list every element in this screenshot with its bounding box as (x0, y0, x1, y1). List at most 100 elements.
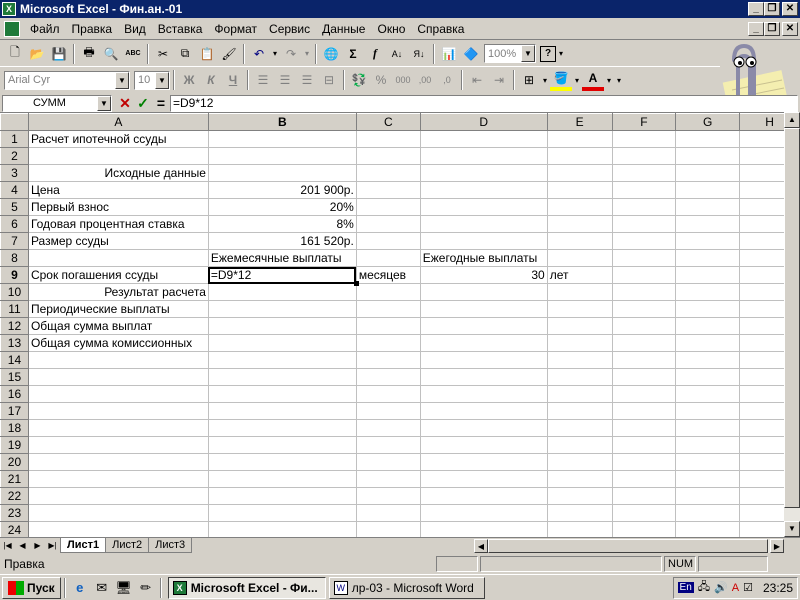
cell-c16[interactable] (355, 385, 421, 403)
underline-button[interactable]: Ч (222, 69, 244, 91)
menu-file[interactable]: Файл (24, 20, 66, 38)
align-left-icon[interactable]: ☰ (252, 69, 274, 91)
cell-b23[interactable] (207, 504, 357, 522)
row-header-16[interactable]: 16 (0, 385, 29, 403)
redo-icon[interactable]: ↷ (280, 43, 302, 65)
thousands-separator-button[interactable]: 000 (392, 69, 414, 91)
menu-data[interactable]: Данные (316, 20, 371, 38)
cell-c15[interactable] (355, 368, 421, 386)
cell-f19[interactable] (611, 436, 677, 454)
cell-g18[interactable] (675, 419, 741, 437)
cell-e6[interactable] (546, 215, 613, 233)
cell-c13[interactable] (355, 334, 421, 352)
cell-d11[interactable] (419, 300, 548, 318)
help-icon[interactable]: ? (540, 45, 556, 62)
cell-b18[interactable] (207, 419, 357, 437)
cell-e17[interactable] (546, 402, 613, 420)
minimize-button[interactable]: _ (748, 2, 764, 16)
formula-input[interactable]: =D9*12 (170, 94, 798, 112)
cell-e19[interactable] (546, 436, 613, 454)
menu-view[interactable]: Вид (118, 20, 152, 38)
cell-c6[interactable] (355, 215, 421, 233)
edit-formula-button[interactable]: = (152, 95, 170, 112)
cell-f21[interactable] (611, 470, 677, 488)
cell-e23[interactable] (546, 504, 613, 522)
cell-a22[interactable] (27, 487, 209, 505)
cell-a24[interactable] (27, 521, 209, 537)
cell-b12[interactable] (207, 317, 357, 335)
cell-e3[interactable] (546, 164, 613, 182)
cell-g8[interactable] (675, 249, 741, 267)
scroll-down-icon[interactable]: ▼ (784, 521, 800, 537)
cell-c20[interactable] (355, 453, 421, 471)
menu-window[interactable]: Окно (371, 20, 411, 38)
cell-e18[interactable] (546, 419, 613, 437)
row-header-15[interactable]: 15 (0, 368, 29, 386)
excel-icon[interactable]: X (2, 2, 16, 16)
cell-b4[interactable]: 201 900р. (207, 181, 357, 199)
cell-e7[interactable] (546, 232, 613, 250)
cell-d12[interactable] (419, 317, 548, 335)
cell-a18[interactable] (27, 419, 209, 437)
cell-d13[interactable] (419, 334, 548, 352)
copy-icon[interactable]: ⧉ (174, 43, 196, 65)
cell-a1[interactable]: Расчет ипотечной ссуды (27, 130, 209, 148)
cell-c14[interactable] (355, 351, 421, 369)
tray-app-icon[interactable]: 🖧 (698, 578, 710, 597)
menu-tools[interactable]: Сервис (263, 20, 316, 38)
cell-b21[interactable] (207, 470, 357, 488)
cell-e8[interactable] (546, 249, 613, 267)
cell-f9[interactable] (611, 266, 677, 284)
cell-e4[interactable] (546, 181, 613, 199)
print-icon[interactable]: 🖶 (78, 43, 100, 65)
language-indicator[interactable]: En (677, 582, 694, 593)
outlook-express-icon[interactable]: ✉ (91, 577, 113, 599)
cell-c4[interactable] (355, 181, 421, 199)
cell-a8[interactable] (27, 249, 209, 267)
cell-a12[interactable]: Общая сумма выплат (27, 317, 209, 335)
drawing-icon[interactable]: 🔷 (460, 43, 482, 65)
row-header-14[interactable]: 14 (0, 351, 29, 369)
percent-button[interactable]: % (370, 69, 392, 91)
row-header-17[interactable]: 17 (0, 402, 29, 420)
cancel-entry-button[interactable]: ✕ (116, 95, 134, 112)
cell-b22[interactable] (207, 487, 357, 505)
cell-b15[interactable] (207, 368, 357, 386)
toolbar-options-icon[interactable]: ▾ (614, 69, 624, 91)
cell-d21[interactable] (419, 470, 548, 488)
cell-c1[interactable] (355, 130, 421, 148)
cell-f8[interactable] (611, 249, 677, 267)
cell-g20[interactable] (675, 453, 741, 471)
cell-a11[interactable]: Периодические выплаты (27, 300, 209, 318)
prev-sheet-icon[interactable]: ◀ (15, 539, 30, 553)
cell-a6[interactable]: Годовая процентная ставка (27, 215, 209, 233)
cell-e11[interactable] (546, 300, 613, 318)
autosum-icon[interactable]: Σ (342, 43, 364, 65)
cell-a3[interactable]: Исходные данные (27, 164, 209, 182)
doc-close-button[interactable]: ✕ (782, 21, 798, 36)
chevron-down-icon[interactable]: ▼ (155, 71, 169, 89)
cell-e20[interactable] (546, 453, 613, 471)
start-button[interactable]: Пуск (2, 576, 61, 599)
cell-e24[interactable] (546, 521, 613, 537)
cell-f6[interactable] (611, 215, 677, 233)
cell-g15[interactable] (675, 368, 741, 386)
spelling-icon[interactable]: ABC (122, 43, 144, 65)
cell-g1[interactable] (675, 130, 741, 148)
cell-d22[interactable] (419, 487, 548, 505)
volume-icon[interactable]: 🔊 (714, 581, 728, 594)
cut-icon[interactable]: ✂ (152, 43, 174, 65)
cell-g5[interactable] (675, 198, 741, 216)
print-preview-icon[interactable]: 🔍 (100, 43, 122, 65)
undo-dropdown-icon[interactable]: ▾ (270, 43, 280, 65)
chevron-down-icon[interactable]: ▼ (521, 45, 535, 62)
scroll-right-icon[interactable]: ▶ (770, 539, 784, 553)
font-color-dropdown-icon[interactable]: ▾ (604, 69, 614, 91)
zoom-select[interactable]: 100% ▼ (484, 44, 536, 63)
tab-sheet3[interactable]: Лист3 (148, 538, 193, 553)
cell-g2[interactable] (675, 147, 741, 165)
cell-g7[interactable] (675, 232, 741, 250)
cell-e2[interactable] (546, 147, 613, 165)
decrease-decimal-button[interactable]: ,0 (436, 69, 458, 91)
new-document-icon[interactable]: 🗋 (4, 43, 26, 65)
